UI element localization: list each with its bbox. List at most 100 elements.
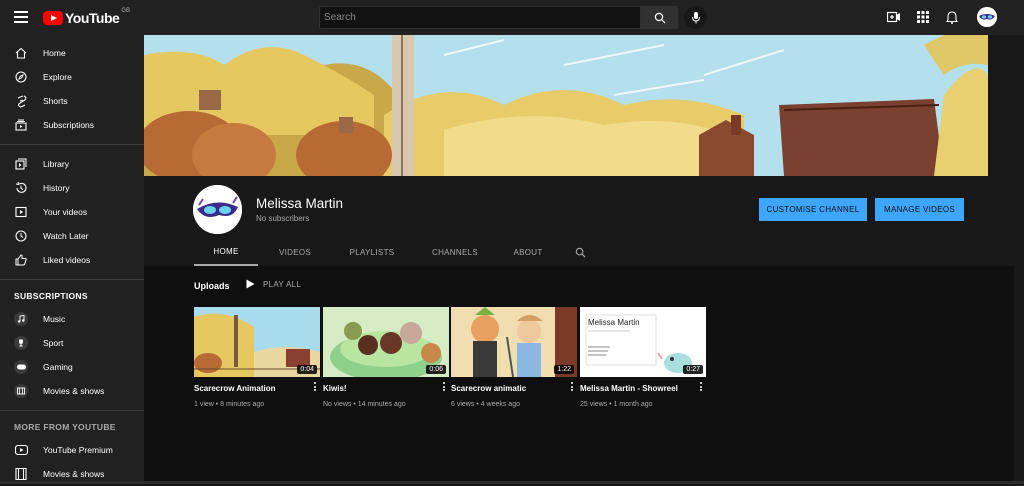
- video-duration: 0:04: [297, 365, 317, 374]
- home-icon: [14, 46, 28, 60]
- notifications-button[interactable]: [944, 9, 960, 25]
- shorts-icon: [14, 94, 28, 108]
- uploads-section: Uploads PLAY ALL 0:04 Scarecrow Animatio…: [144, 266, 1024, 484]
- video-thumbnail[interactable]: 0:04: [194, 307, 320, 377]
- library-icon: [14, 157, 28, 171]
- sidebar-item-label: Watch Later: [43, 231, 89, 241]
- menu-icon[interactable]: [14, 11, 28, 23]
- gamepad-icon: [14, 360, 28, 374]
- video-card[interactable]: 1:22 Scarecrow animatic 6 views • 4 week…: [451, 307, 577, 408]
- sidebar-item-subscriptions[interactable]: Subscriptions: [0, 113, 144, 137]
- video-thumbnail[interactable]: Melissa Martin 0:27: [580, 307, 706, 377]
- more-options-icon[interactable]: [700, 382, 703, 393]
- channel-tabs: HOME VIDEOS PLAYLISTS CHANNELS ABOUT: [194, 239, 600, 266]
- top-bar: YouTube GB Search: [0, 0, 1024, 35]
- play-all-button[interactable]: PLAY ALL: [246, 279, 301, 289]
- sidebar-item-explore[interactable]: Explore: [0, 65, 144, 89]
- avatar-image-icon: [977, 7, 997, 27]
- channel-avatar[interactable]: [193, 185, 242, 234]
- apps-button[interactable]: [915, 9, 931, 25]
- sidebar: Home Explore Shorts Subscriptions Librar…: [0, 35, 144, 484]
- bell-icon: [946, 10, 958, 24]
- sidebar-item-library[interactable]: Library: [0, 152, 144, 176]
- play-logo-icon: [43, 11, 63, 25]
- subscriptions-icon: [14, 118, 28, 132]
- sidebar-item-movies-shows[interactable]: Movies & shows: [0, 379, 144, 403]
- tab-channels[interactable]: CHANNELS: [414, 239, 496, 266]
- page-scrollbar[interactable]: [1014, 35, 1024, 484]
- gaming-avatar: [14, 360, 28, 374]
- clock-icon: [14, 229, 28, 243]
- tab-home[interactable]: HOME: [194, 239, 258, 266]
- apps-grid-icon: [917, 11, 929, 23]
- sidebar-item-youtube-premium[interactable]: YouTube Premium: [0, 438, 144, 462]
- create-button[interactable]: [886, 9, 902, 25]
- voice-search-button[interactable]: [684, 6, 707, 29]
- tab-about[interactable]: ABOUT: [498, 239, 558, 266]
- sidebar-item-gaming[interactable]: Gaming: [0, 355, 144, 379]
- account-avatar[interactable]: [977, 7, 997, 27]
- sidebar-divider: [0, 279, 144, 280]
- video-title[interactable]: Melissa Martin - Showreel: [580, 384, 706, 393]
- video-title[interactable]: Kiwis!: [323, 384, 449, 393]
- video-duration: 1:22: [554, 365, 574, 374]
- more-options-icon[interactable]: [314, 382, 317, 393]
- customise-channel-button[interactable]: CUSTOMISE CHANNEL: [759, 198, 867, 221]
- your-videos-icon: [14, 205, 28, 219]
- video-card[interactable]: 0:04 Scarecrow Animation 1 view • 8 minu…: [194, 307, 320, 408]
- sidebar-item-label: Your videos: [43, 207, 88, 217]
- video-card[interactable]: Melissa Martin 0:27 Melissa Martin - Sho…: [580, 307, 706, 408]
- video-thumbnail[interactable]: 1:22: [451, 307, 577, 377]
- more-options-icon[interactable]: [443, 382, 446, 393]
- sidebar-item-music[interactable]: Music: [0, 307, 144, 331]
- search-input[interactable]: Search: [319, 6, 641, 29]
- video-card[interactable]: 0:06 Kiwis! No views • 14 minutes ago: [323, 307, 449, 408]
- search-button[interactable]: [641, 6, 678, 29]
- sidebar-item-label: History: [43, 183, 70, 193]
- sidebar-item-sport[interactable]: Sport: [0, 331, 144, 355]
- sport-avatar: [14, 336, 28, 350]
- channel-name: Melissa Martin: [256, 196, 344, 211]
- play-all-label: PLAY ALL: [263, 279, 302, 289]
- video-duration: 0:06: [426, 365, 446, 374]
- banner-artwork: [144, 35, 988, 176]
- video-meta: No views • 14 minutes ago: [323, 401, 406, 408]
- search-icon: [654, 12, 665, 23]
- movies-avatar: [14, 384, 28, 398]
- video-title[interactable]: Scarecrow Animation: [194, 384, 320, 393]
- video-thumbnail[interactable]: 0:06: [323, 307, 449, 377]
- tab-playlists[interactable]: PLAYLISTS: [332, 239, 412, 266]
- compass-icon: [14, 70, 28, 84]
- sidebar-item-label: Gaming: [43, 362, 73, 372]
- uploads-heading[interactable]: Uploads: [194, 281, 230, 291]
- region-code: GB: [121, 8, 130, 14]
- sidebar-divider: [0, 410, 144, 411]
- play-icon: [246, 279, 255, 289]
- sidebar-item-home[interactable]: Home: [0, 41, 144, 65]
- film-icon: [14, 467, 28, 481]
- microphone-icon: [691, 11, 700, 23]
- sidebar-item-label: Movies & shows: [43, 386, 105, 396]
- sidebar-item-history[interactable]: History: [0, 176, 144, 200]
- youtube-logo[interactable]: YouTube GB: [43, 8, 130, 26]
- music-icon: [14, 312, 28, 326]
- film-icon: [14, 384, 28, 398]
- tab-videos[interactable]: VIDEOS: [260, 239, 330, 266]
- youtube-icon: [14, 443, 28, 457]
- more-from-youtube-heading: MORE FROM YOUTUBE: [14, 422, 116, 432]
- sidebar-item-liked-videos[interactable]: Liked videos: [0, 248, 144, 272]
- manage-videos-button[interactable]: MANAGE VIDEOS: [875, 198, 964, 221]
- sidebar-item-shorts[interactable]: Shorts: [0, 89, 144, 113]
- search-icon: [575, 247, 585, 258]
- sidebar-item-watch-later[interactable]: Watch Later: [0, 224, 144, 248]
- video-title[interactable]: Scarecrow animatic: [451, 384, 577, 393]
- video-meta: 25 views • 1 month ago: [580, 401, 653, 408]
- video-duration: 0:27: [683, 365, 703, 374]
- sidebar-item-label: Library: [43, 159, 69, 169]
- sidebar-item-label: Home: [43, 48, 66, 58]
- more-options-icon[interactable]: [571, 382, 574, 393]
- channel-search-button[interactable]: [560, 239, 600, 266]
- sidebar-divider: [0, 144, 144, 145]
- video-meta: 1 view • 8 minutes ago: [194, 401, 265, 408]
- sidebar-item-your-videos[interactable]: Your videos: [0, 200, 144, 224]
